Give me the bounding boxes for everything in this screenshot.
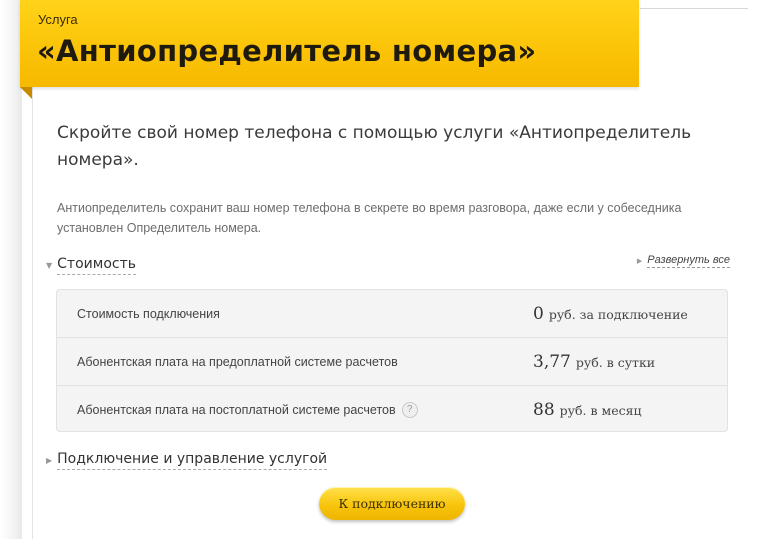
cost-section-title: Стоимость xyxy=(57,256,136,275)
cost-row-name: Стоимость подключения xyxy=(77,307,220,321)
cost-unit: руб. в сутки xyxy=(575,354,656,370)
page-left-shadow xyxy=(0,0,22,539)
connect-section-toggle[interactable]: ▶ Подключение и управление услугой xyxy=(46,451,328,470)
expand-all-link[interactable]: ▶ Развернуть все xyxy=(637,254,730,268)
cost-row-label: Абонентская плата на постоплатной систем… xyxy=(77,402,396,417)
triangle-right-icon: ▶ xyxy=(636,258,643,265)
triangle-right-icon: ▶ xyxy=(46,456,53,465)
connect-button[interactable]: К подключению xyxy=(319,487,465,520)
table-row: Абонентская плата на постоплатной систем… xyxy=(57,386,727,433)
page-title: «Антиопределитель номера» xyxy=(37,34,537,68)
question-circle-icon[interactable]: ? xyxy=(401,401,418,418)
header-divider xyxy=(640,8,748,9)
cost-unit: руб. в месяц xyxy=(559,402,642,418)
table-row: Абонентская плата на предоплатной систем… xyxy=(57,338,727,386)
cost-row-label: Абонентская плата на предоплатной систем… xyxy=(77,354,398,369)
banner-kicker: Услуга xyxy=(38,12,78,27)
expand-all-label: Развернуть все xyxy=(647,254,730,268)
cost-amount: 88 xyxy=(533,399,555,420)
service-description: Антиопределитель сохранит ваш номер теле… xyxy=(57,201,682,235)
cost-table: Стоимость подключения 0 руб. за подключе… xyxy=(56,289,728,432)
cost-row-label: Стоимость подключения xyxy=(77,306,220,321)
cost-row-value: 3,77 руб. в сутки xyxy=(533,352,655,372)
banner-fold xyxy=(20,87,32,99)
cost-row-value: 88 руб. в месяц xyxy=(533,400,642,420)
cost-amount: 0 xyxy=(533,303,544,324)
triangle-down-icon: ▼ xyxy=(46,261,53,270)
connect-section-title: Подключение и управление услугой xyxy=(57,451,328,470)
cost-amount: 3,77 xyxy=(533,351,571,372)
cost-row-value: 0 руб. за подключение xyxy=(533,304,688,324)
cost-row-name: Абонентская плата на предоплатной систем… xyxy=(77,355,398,369)
cost-row-name: Абонентская плата на постоплатной систем… xyxy=(77,401,418,418)
table-row: Стоимость подключения 0 руб. за подключе… xyxy=(57,290,727,338)
cost-section-toggle[interactable]: ▼ Стоимость xyxy=(46,256,136,275)
lead-text: Скройте свой номер телефона с помощью ус… xyxy=(57,123,692,170)
cost-unit: руб. за подключение xyxy=(548,306,688,322)
